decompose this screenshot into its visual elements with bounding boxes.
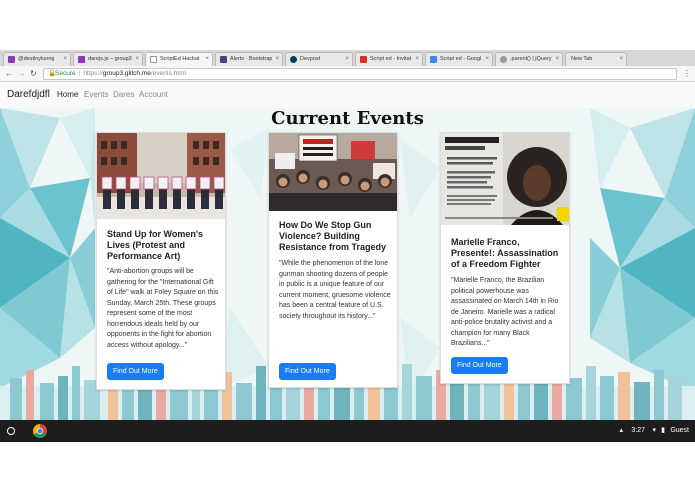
tab-close-icon[interactable]: ×	[275, 53, 279, 66]
tab-2[interactable]: darejs.js – group3 ×	[73, 52, 143, 66]
tab-favicon-icon	[150, 56, 157, 63]
lock-icon: 🔒	[48, 70, 57, 77]
marielle-poster	[441, 133, 569, 225]
tab-close-icon[interactable]: ×	[345, 53, 349, 66]
nav-link-home[interactable]: Home	[57, 90, 78, 99]
separator: |	[78, 70, 81, 77]
tab-label: Script ed - Invitat	[370, 56, 412, 62]
tab-favicon-icon	[220, 56, 227, 63]
tab-strip: @destinyluong × darejs.js – group3 × Scr…	[0, 50, 695, 67]
os-taskbar: ▴ 3:27 ▾ ▮ Guest	[0, 420, 695, 442]
tab-close-icon[interactable]: ×	[205, 53, 209, 66]
event-card: Marielle Franco, Presente!: Assassinatio…	[440, 132, 570, 384]
events-section: Current Events Stand Up for Women's Live…	[0, 108, 695, 420]
tab-8[interactable]: .parent() | jQuery ×	[495, 52, 563, 66]
site-navbar: Darefdjdfl Home Events Dares Account	[0, 83, 695, 108]
tab-4[interactable]: Alerts · Bootstrap ×	[215, 52, 283, 66]
card-text: "Anti-abortion groups will be gathering …	[107, 268, 219, 349]
notification-icon[interactable]: ▴	[619, 420, 623, 442]
nav-link-events[interactable]: Events	[84, 90, 108, 99]
tab-favicon-icon	[500, 56, 507, 63]
chrome-icon[interactable]	[33, 424, 47, 438]
tab-label: @destinyluong	[18, 56, 55, 62]
tab-3-active[interactable]: ScriptEd Hackat ×	[145, 52, 213, 67]
web-page: Darefdjdfl Home Events Dares Account Cur…	[0, 83, 695, 420]
menu-dots-icon[interactable]: ⋮	[683, 68, 691, 80]
nav-link-dares[interactable]: Dares	[113, 90, 134, 99]
card-title: Stand Up for Women's Lives (Protest and …	[107, 229, 203, 261]
reload-icon[interactable]: ↻	[30, 68, 37, 80]
tab-6[interactable]: Script ed - Invitat ×	[355, 52, 423, 66]
tab-label: Alerts · Bootstrap	[230, 56, 272, 62]
card-text: "While the phenomenon of the lone gunman…	[279, 260, 391, 320]
tab-label: .parent() | jQuery	[510, 56, 552, 62]
url-scheme: https://	[83, 70, 103, 77]
tab-favicon-icon	[360, 56, 367, 63]
tab-1[interactable]: @destinyluong ×	[3, 52, 71, 66]
tab-close-icon[interactable]: ×	[555, 53, 559, 66]
rally-photo	[269, 133, 397, 211]
user-label[interactable]: Guest	[670, 420, 689, 442]
tab-favicon-icon	[290, 56, 297, 63]
battery-icon: ▮	[661, 427, 665, 434]
url-path: /events.html	[150, 70, 186, 77]
event-card: Stand Up for Women's Lives (Protest and …	[96, 132, 226, 390]
screen: @destinyluong × darejs.js – group3 × Scr…	[0, 0, 695, 494]
site-brand[interactable]: Darefdjdfl	[7, 89, 50, 100]
tab-close-icon[interactable]: ×	[619, 53, 623, 66]
secure-label: Secure	[55, 70, 76, 77]
url-host: group3.glitch.me	[102, 70, 151, 77]
wifi-icon: ▾	[652, 427, 656, 434]
back-arrow-icon[interactable]: ←	[5, 68, 13, 80]
tab-close-icon[interactable]: ×	[63, 53, 67, 66]
tab-close-icon[interactable]: ×	[485, 53, 489, 66]
tab-label: ScriptEd Hackat	[160, 56, 200, 62]
nav-link-account[interactable]: Account	[139, 90, 168, 99]
event-card: How Do We Stop Gun Violence? Building Re…	[268, 132, 398, 388]
tab-close-icon[interactable]: ×	[135, 53, 139, 66]
browser-toolbar: ← → ↻ 🔒Secure | https://group3.glitch.me/e…	[0, 66, 695, 82]
clock[interactable]: 3:27	[631, 420, 645, 442]
find-out-more-button[interactable]: Find Out More	[107, 363, 164, 380]
find-out-more-button[interactable]: Find Out More	[451, 357, 508, 374]
forward-arrow-icon[interactable]: →	[18, 68, 26, 80]
tab-favicon-icon	[430, 56, 437, 63]
tab-label: darejs.js – group3	[88, 56, 132, 62]
address-bar[interactable]: 🔒Secure | https://group3.glitch.me/events.…	[43, 68, 677, 80]
tab-label: Devpost	[300, 56, 321, 62]
tab-9[interactable]: New Tab ×	[565, 52, 627, 66]
card-title: Marielle Franco, Presente!: Assassinatio…	[451, 237, 559, 269]
tab-7[interactable]: Script ed - Googl ×	[425, 52, 493, 66]
tab-label: New Tab	[571, 56, 593, 62]
launcher-icon[interactable]	[7, 427, 15, 435]
tab-favicon-icon	[78, 56, 85, 63]
page-title: Current Events	[271, 108, 424, 129]
tab-close-icon[interactable]: ×	[415, 53, 419, 66]
protest-photo	[97, 133, 225, 219]
card-text: "Marielle Franco, the Brazilian politica…	[451, 277, 559, 347]
card-title: How Do We Stop Gun Violence? Building Re…	[279, 220, 387, 252]
tab-favicon-icon	[8, 56, 15, 63]
tab-label: Script ed - Googl	[440, 56, 482, 62]
find-out-more-button[interactable]: Find Out More	[279, 363, 336, 380]
tab-5[interactable]: Devpost ×	[285, 52, 353, 66]
